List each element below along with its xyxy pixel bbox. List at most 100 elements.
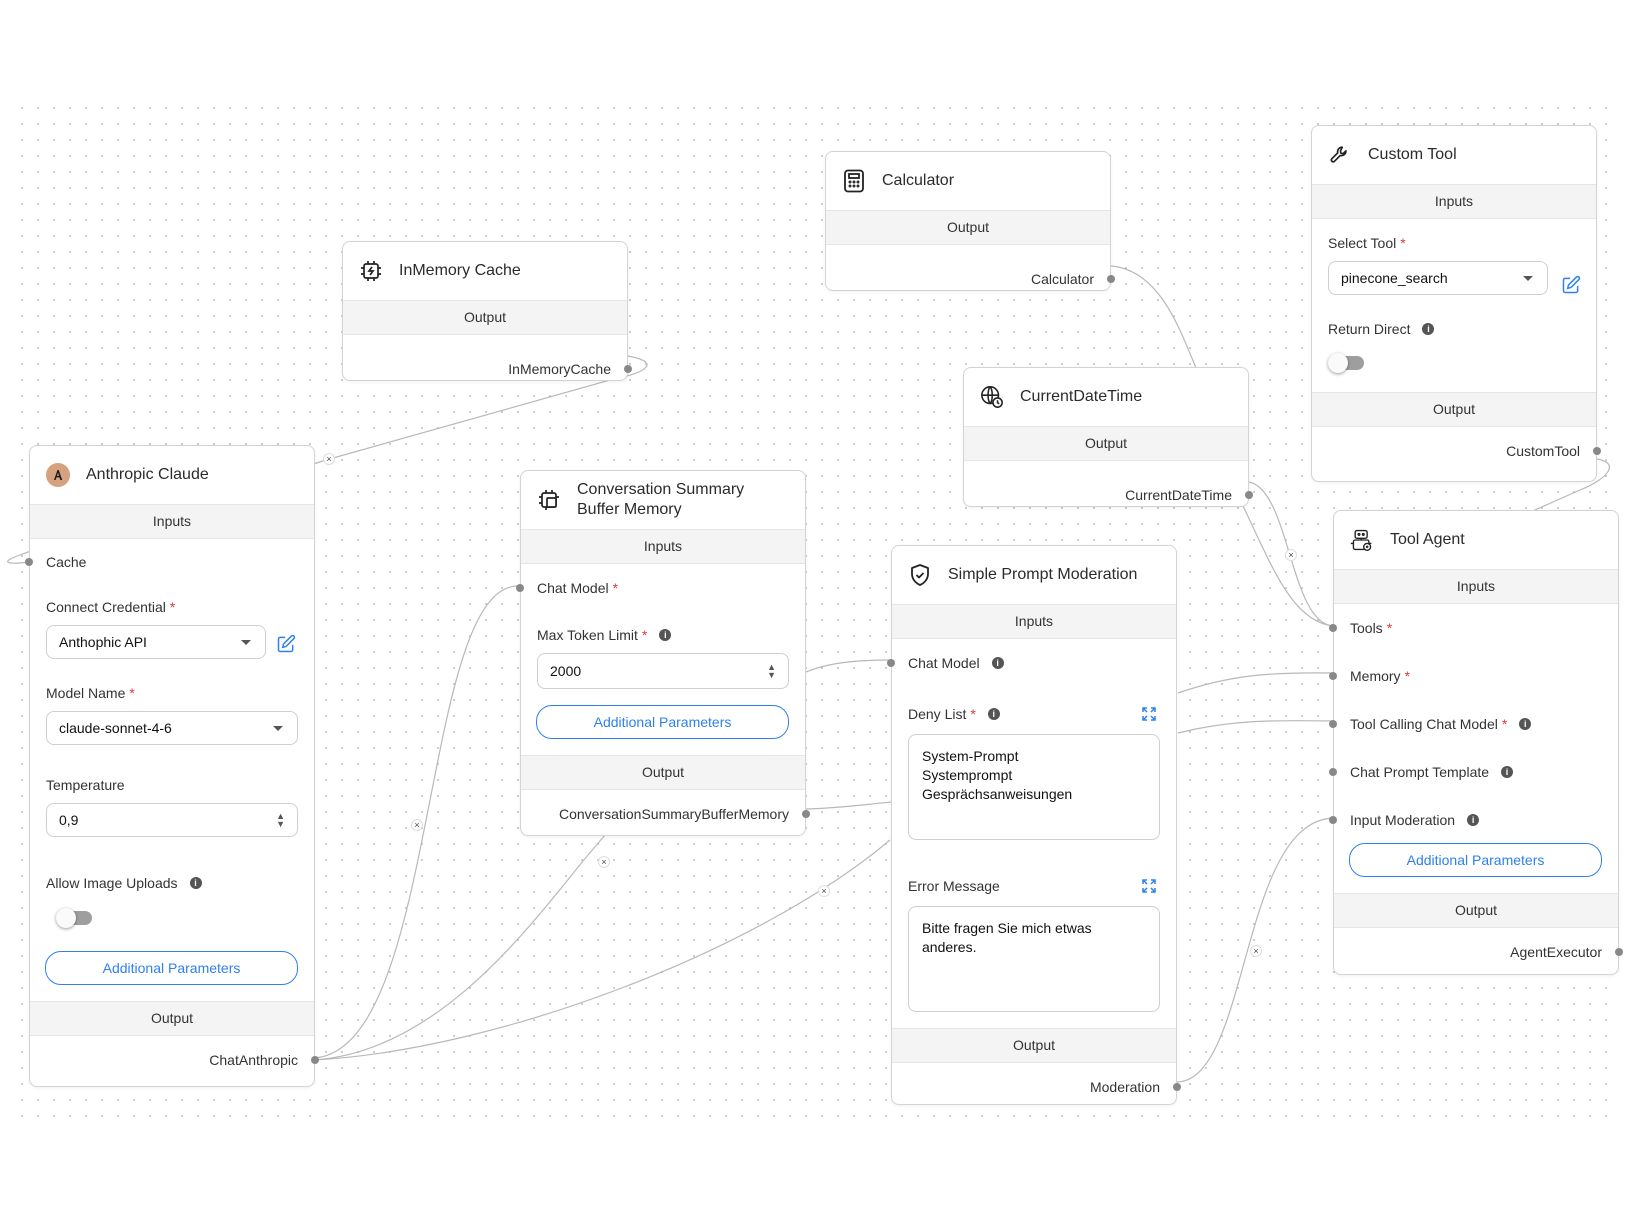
node-current-datetime[interactable]: CurrentDateTime Output CurrentDateTime [963,367,1253,507]
deny-list-line: Gesprächsanweisungen [922,786,1073,802]
model-name-dropdown[interactable]: claude-sonnet-4-6 [46,711,298,745]
inputs-section-header: Inputs [30,504,314,539]
edge-delete-icon[interactable]: × [1250,945,1262,957]
output-section-header: Output [826,210,1110,245]
inputs-section-header: Inputs [1334,569,1618,604]
error-message-label: Error Message [908,878,1000,894]
globe-clock-icon [980,385,1004,409]
node-simple-prompt-moderation[interactable]: Simple Prompt Moderation Inputs Chat Mod… [887,545,1181,1105]
memory-input-handle[interactable] [1329,672,1337,680]
node-inmemory-cache[interactable]: InMemory Cache Output InMemoryCache [342,241,632,381]
cache-input-handle[interactable] [25,558,33,566]
node-custom-tool[interactable]: Custom Tool Inputs Select Tool * pinecone… [1311,125,1601,482]
return-direct-toggle[interactable] [1328,353,1364,373]
expand-icon[interactable] [1142,707,1156,721]
node-header: CurrentDateTime [964,368,1248,426]
cache-chip-icon [359,259,383,283]
info-icon[interactable]: i [991,657,1004,669]
image-uploads-toggle[interactable] [56,908,92,928]
info-icon[interactable]: i [1501,766,1514,778]
temperature-input[interactable]: 0,9 ▲ ▼ [46,803,298,837]
edit-icon[interactable] [1561,275,1581,295]
edge-delete-icon[interactable]: × [323,453,335,465]
node-title: InMemory Cache [399,262,521,279]
node-header: Conversation Summary Buffer Memory [521,471,805,529]
edge-delete-icon[interactable]: × [1285,549,1297,561]
edge-anthropic-to-moderation [313,839,891,1061]
info-icon[interactable]: i [659,629,672,641]
node-calculator[interactable]: Calculator Output Calculator [825,151,1115,291]
additional-parameters-button[interactable]: Additional Parameters [1349,843,1602,877]
node-tool-agent[interactable]: Tool Agent Inputs Tools * Memory * Tool Ca… [1329,510,1623,975]
output-handle[interactable] [1593,447,1601,455]
robot-icon [1350,528,1374,552]
info-icon[interactable]: i [1519,718,1532,730]
max-token-limit-input[interactable]: 2000 ▲ ▼ [537,653,789,689]
anthropic-logo-icon [46,463,70,487]
tools-input-handle[interactable] [1329,624,1337,632]
chat-prompt-template-input-handle[interactable] [1329,768,1337,776]
output-handle[interactable] [1245,491,1253,499]
output-handle[interactable] [1173,1083,1181,1091]
credential-value: Anthophic API [59,634,147,650]
info-icon[interactable]: i [987,708,1000,720]
credential-dropdown[interactable]: Anthophic API [46,625,266,659]
node-title: Simple Prompt Moderation [948,566,1138,583]
model-name-label: Model Name * [46,685,135,701]
node-conversation-summary-buffer-memory[interactable]: Conversation Summary Buffer Memory Inputs… [516,470,810,836]
chevron-down-icon [241,640,251,645]
tool-calling-chat-model-input-handle[interactable] [1329,720,1337,728]
output-section-header: Output [1312,392,1596,427]
edge-moderation-to-memory [1177,672,1335,694]
edge-calculator-to-tools [1110,265,1197,369]
deny-list-line: System-Prompt [922,748,1019,764]
node-title: Custom Tool [1368,146,1457,163]
info-icon[interactable]: i [189,877,202,889]
max-token-limit-label: Max Token Limit * i [537,625,789,645]
output-handle[interactable] [311,1056,319,1064]
chat-model-input-handle[interactable] [516,584,524,592]
node-title: CurrentDateTime [1020,388,1143,405]
edge-delete-icon[interactable]: × [818,885,830,897]
temperature-value: 0,9 [59,812,79,828]
additional-parameters-button[interactable]: Additional Parameters [536,705,789,739]
output-handle[interactable] [624,365,632,373]
chevron-down-icon [1523,276,1533,281]
info-icon[interactable]: i [1422,323,1435,335]
output-handle[interactable] [1615,948,1623,956]
select-tool-dropdown[interactable]: pinecone_search [1328,261,1548,295]
model-name-value: claude-sonnet-4-6 [59,720,172,736]
output-section-header: Output [521,755,805,790]
node-header: Custom Tool [1312,126,1596,184]
output-anchor: Moderation [892,1077,1181,1097]
inputs-section-header: Inputs [892,604,1176,639]
select-tool-value: pinecone_search [1341,270,1448,286]
edge-delete-icon[interactable]: × [411,819,423,831]
expand-icon[interactable] [1142,879,1156,893]
node-header: InMemory Cache [343,242,627,300]
select-tool-label: Select Tool * [1328,235,1406,251]
input-moderation-label: Input Moderation i [1350,810,1602,830]
output-handle[interactable] [802,810,810,818]
error-message-line: Bitte fragen Sie mich etwas [922,920,1092,936]
output-anchor: Calculator [826,269,1115,289]
max-token-limit-value: 2000 [550,663,582,679]
node-header: Anthropic Claude [30,446,314,504]
error-message-textarea[interactable]: Bitte fragen Sie mich etwas anderes. [908,906,1160,1012]
output-handle[interactable] [1107,275,1115,283]
additional-parameters-button[interactable]: Additional Parameters [45,951,298,985]
deny-list-textarea[interactable]: System-Prompt Systemprompt Gesprächsanwe… [908,734,1160,840]
info-icon[interactable]: i [1467,814,1480,826]
deny-list-label: Deny List * i [908,704,1160,724]
edit-icon[interactable] [276,634,296,654]
stepper-icon[interactable]: ▲ ▼ [276,812,285,829]
chat-model-input-handle[interactable] [887,659,895,667]
stepper-icon[interactable]: ▲ ▼ [767,663,776,680]
node-header: Simple Prompt Moderation [892,546,1176,604]
edge-delete-icon[interactable]: × [598,856,610,868]
input-moderation-input-handle[interactable] [1329,816,1337,824]
output-label: CustomTool [1506,443,1580,459]
tool-calling-chat-model-label: Tool Calling Chat Model * i [1350,714,1602,734]
output-label: Calculator [1030,271,1094,287]
node-anthropic-claude[interactable]: Anthropic Claude Inputs Cache Connect Cr… [25,445,319,1087]
